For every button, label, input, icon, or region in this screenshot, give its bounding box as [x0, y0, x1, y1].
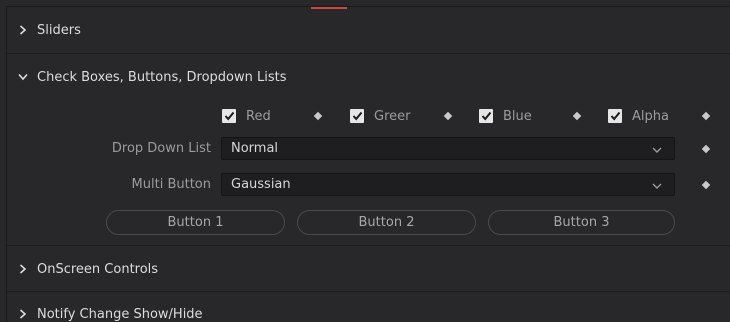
diamond-icon[interactable] [443, 111, 453, 121]
section-header-notify-change[interactable]: Notify Change Show/Hide [7, 292, 730, 322]
multi-button-select[interactable]: Gaussian [221, 173, 675, 196]
inspector-panel: Sliders Check Boxes, Buttons, Dropdown L… [6, 6, 730, 322]
diamond-icon[interactable] [572, 111, 582, 121]
checkmark-icon [608, 109, 622, 123]
section-header-onscreen-controls[interactable]: OnScreen Controls [7, 246, 730, 292]
diamond-icon[interactable] [701, 144, 711, 154]
chevron-down-icon [652, 144, 662, 154]
diamond-icon[interactable] [313, 111, 323, 121]
checkbox-label: Red [246, 108, 271, 124]
section-header-sliders[interactable]: Sliders [7, 7, 730, 53]
section-title: Notify Change Show/Hide [37, 306, 203, 322]
checkbox-label: Alpha [632, 108, 669, 124]
checkbox-alpha[interactable]: Alpha [608, 104, 669, 128]
checkbox-label: Greer [374, 108, 411, 124]
checkbox-red[interactable]: Red [222, 104, 271, 128]
section-title: Check Boxes, Buttons, Dropdown Lists [37, 69, 287, 85]
button-row: Button 1 Button 2 Button 3 [7, 210, 730, 235]
multi-button-row: Multi Button Gaussian [7, 173, 730, 197]
button-3[interactable]: Button 3 [488, 210, 675, 235]
drop-down-list-select[interactable]: Normal [221, 137, 675, 160]
chevron-down-icon [652, 180, 662, 190]
checkbox-green[interactable]: Greer [350, 104, 410, 128]
drop-down-list-label: Drop Down List [111, 141, 211, 156]
chevron-right-icon [17, 24, 29, 36]
button-2[interactable]: Button 2 [297, 210, 476, 235]
drop-down-list-row: Drop Down List Normal [7, 137, 730, 161]
multi-button-value: Gaussian [231, 177, 291, 192]
checkbox-label: Blue [503, 108, 532, 124]
button-1[interactable]: Button 1 [106, 210, 285, 235]
diamond-icon[interactable] [701, 111, 711, 121]
section-title: Sliders [37, 22, 81, 38]
checkmark-icon [479, 109, 493, 123]
drop-down-list-value: Normal [231, 141, 279, 156]
section-header-check-boxes[interactable]: Check Boxes, Buttons, Dropdown Lists [7, 54, 730, 100]
checkmark-icon [222, 109, 236, 123]
chevron-right-icon [17, 308, 29, 320]
checkbox-row: Red Greer Blue Alpha [7, 104, 730, 128]
section-title: OnScreen Controls [37, 261, 159, 277]
chevron-down-icon [17, 71, 29, 83]
multi-button-label: Multi Button [131, 177, 211, 192]
checkbox-blue[interactable]: Blue [479, 104, 532, 128]
checkmark-icon [350, 109, 364, 123]
chevron-right-icon [17, 263, 29, 275]
diamond-icon[interactable] [701, 180, 711, 190]
